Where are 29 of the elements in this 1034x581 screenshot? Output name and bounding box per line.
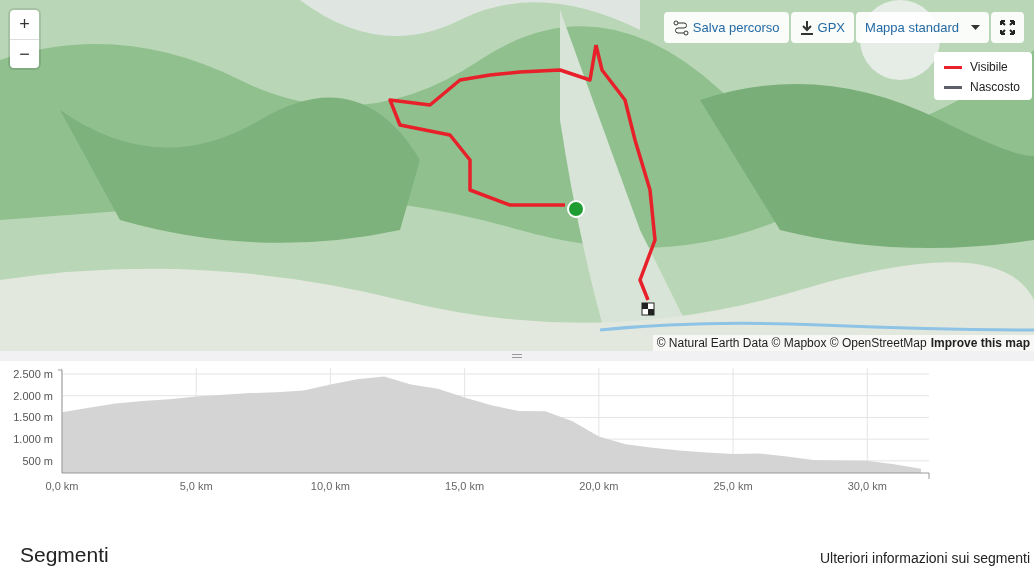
x-tick-label: 0,0 km (45, 480, 79, 492)
x-tick-label: 10,0 km (310, 480, 350, 492)
y-tick-label: 500 m (22, 454, 53, 467)
resize-handle[interactable] (0, 351, 1034, 361)
route-icon (672, 19, 689, 36)
download-icon (799, 20, 814, 35)
fullscreen-icon (1000, 20, 1015, 35)
segments-info-link[interactable]: Ulteriori informazioni sui segmenti (819, 550, 1030, 566)
save-route-button[interactable]: Salva percorso (663, 12, 789, 43)
y-tick-label: 2.500 m (13, 368, 53, 380)
x-tick-label: 30,0 km (847, 480, 887, 492)
legend-label: Nascosto (969, 80, 1020, 94)
x-tick-label: 5,0 km (179, 480, 213, 492)
legend-label: Visibile (969, 60, 1008, 74)
x-tick-label: 25,0 km (713, 480, 753, 492)
x-tick-label: 15,0 km (445, 480, 485, 492)
y-tick-label: 1.000 m (13, 433, 53, 446)
improve-map-link[interactable]: Improve this map (930, 336, 1030, 350)
zoom-out-button[interactable]: − (10, 39, 39, 68)
section-title: Segmenti (20, 543, 109, 567)
x-tick-label: 20,0 km (579, 480, 619, 492)
map-style-dropdown[interactable]: Mappa standard (856, 12, 989, 43)
zoom-in-button[interactable]: + (10, 10, 39, 39)
caret-icon (971, 25, 980, 30)
gpx-button[interactable]: GPX (790, 12, 855, 43)
y-tick-label: 2.000 m (13, 389, 53, 402)
fullscreen-button[interactable] (991, 12, 1024, 43)
attribution-text: © Natural Earth Data © Mapbox © OpenStreetMap (656, 336, 927, 350)
y-tick-label: 1.500 m (13, 411, 53, 424)
